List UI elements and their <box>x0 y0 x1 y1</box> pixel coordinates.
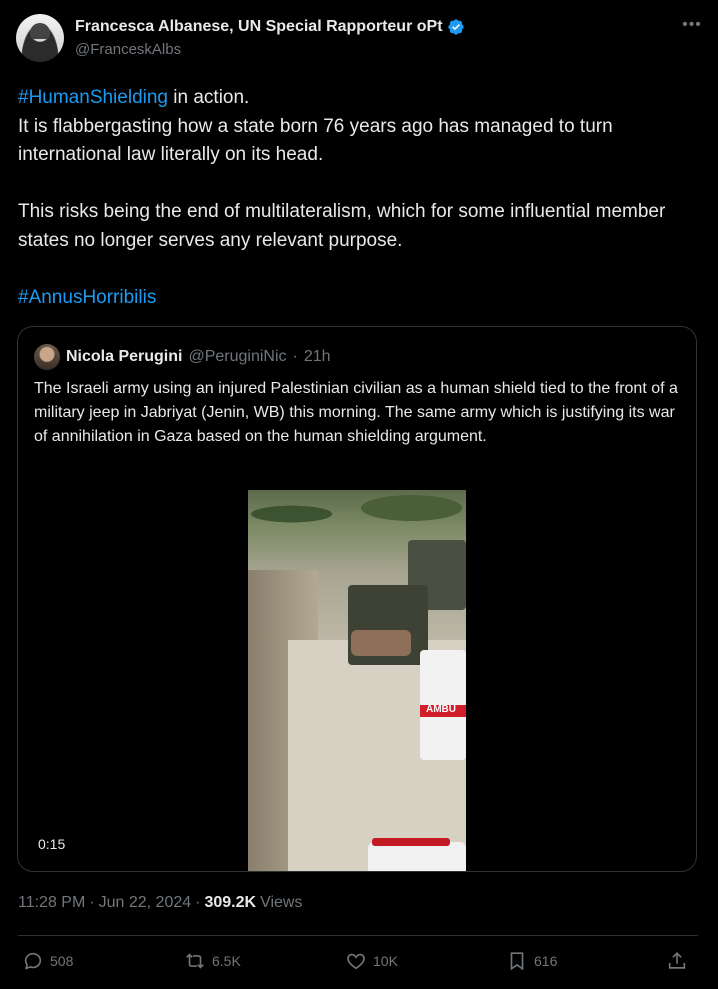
hashtag-link[interactable]: #HumanShielding <box>18 87 168 108</box>
quoted-tweet[interactable]: Nicola Perugini @PeruginiNic · 21h The I… <box>17 326 697 872</box>
tweet-meta: 11:28 PM · Jun 22, 2024 · 309.2K Views <box>18 894 302 912</box>
quoted-author-avatar <box>34 344 60 370</box>
tweet-line-1: #HumanShielding in action. <box>18 84 688 113</box>
quoted-tweet-time: 21h <box>303 348 331 365</box>
tweet-text: #HumanShielding in action. It is flabber… <box>18 84 688 312</box>
author-avatar[interactable] <box>16 14 64 62</box>
bookmark-icon <box>510 952 524 971</box>
like-count: 10K <box>373 953 398 969</box>
share-button[interactable] <box>666 950 688 972</box>
tweet-line-2: It is flabbergasting how a state born 76… <box>18 115 613 166</box>
tweet-header: Francesca Albanese, UN Special Rapporteu… <box>16 14 702 64</box>
video-vehicle-foreground <box>368 842 466 871</box>
video-duration: 0:15 <box>38 836 66 852</box>
views-count: 309.2K <box>204 894 257 911</box>
video-ambulance: AMBU <box>420 650 466 760</box>
video-person <box>351 630 411 656</box>
quoted-author-handle: @PeruginiNic <box>188 348 287 365</box>
ambulance-label: AMBU <box>426 704 456 715</box>
author-name-line: Francesca Albanese, UN Special Rapporteu… <box>75 18 465 36</box>
like-icon <box>347 953 365 970</box>
tweet-line-4: #AnnusHorribilis <box>18 284 688 313</box>
like-button[interactable]: 10K <box>345 950 398 972</box>
repost-icon <box>186 953 204 969</box>
quoted-author-name: Nicola Perugini <box>66 348 183 365</box>
tweet-line-3: This risks being the end of multilateral… <box>18 201 666 251</box>
repost-button[interactable]: 6.5K <box>184 950 241 972</box>
avatar-hair <box>30 23 50 39</box>
dot-separator: · <box>292 348 298 365</box>
share-icon <box>668 952 686 969</box>
repost-count: 6.5K <box>212 953 241 969</box>
reply-icon <box>24 952 42 970</box>
hashtag-link[interactable]: #AnnusHorribilis <box>18 287 156 308</box>
author-name[interactable]: Francesca Albanese, UN Special Rapporteu… <box>75 18 443 36</box>
action-bar: 508 6.5K 10K 616 <box>18 950 698 980</box>
video-player[interactable]: AMBU <box>248 490 466 871</box>
reply-button[interactable]: 508 <box>22 950 73 972</box>
views-label: Views <box>260 894 303 911</box>
tweet-date[interactable]: Jun 22, 2024 <box>99 894 192 912</box>
dot-separator: · <box>89 894 95 911</box>
video-siren <box>372 838 450 846</box>
bookmark-count: 616 <box>534 953 558 969</box>
dot-separator: · <box>195 894 201 911</box>
quoted-tweet-header: Nicola Perugini @PeruginiNic · 21h <box>34 344 331 370</box>
tweet-time[interactable]: 11:28 PM <box>18 894 85 912</box>
tweet-line-1-text: in action. <box>168 87 250 108</box>
bookmark-button[interactable]: 616 <box>506 950 557 972</box>
quoted-tweet-text: The Israeli army using an injured Palest… <box>34 380 678 445</box>
reply-count: 508 <box>50 953 74 969</box>
verified-badge-icon <box>447 19 464 35</box>
divider <box>18 935 698 936</box>
more-icon[interactable]: ••• <box>682 17 702 38</box>
author-handle[interactable]: @FranceskAlbs <box>75 41 181 58</box>
